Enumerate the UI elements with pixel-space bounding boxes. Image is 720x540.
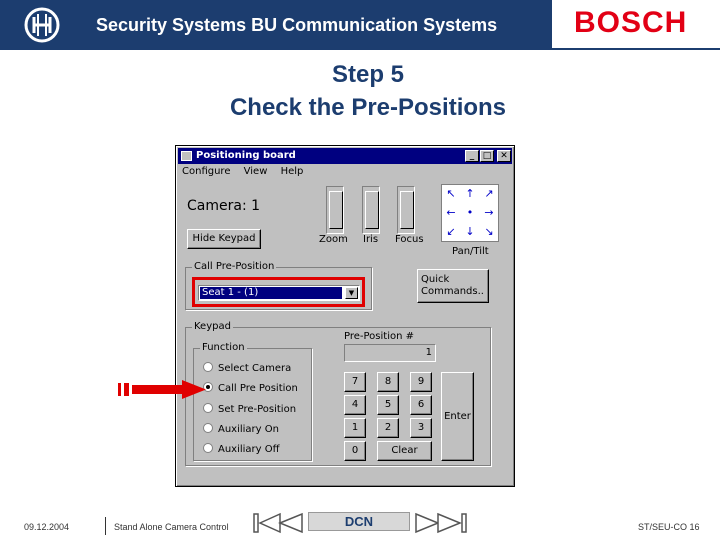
footer-description: Stand Alone Camera Control bbox=[114, 522, 229, 532]
arrow-up-left-icon[interactable]: ↖ bbox=[444, 188, 458, 200]
footer-slide-code: ST/SEU-CO 16 bbox=[638, 522, 700, 532]
arrow-right-icon[interactable]: → bbox=[482, 207, 496, 219]
radio-label: Set Pre-Position bbox=[218, 404, 297, 415]
key-4[interactable]: 4 bbox=[344, 395, 366, 415]
arrow-down-left-icon[interactable]: ↙ bbox=[444, 226, 458, 238]
function-label: Function bbox=[200, 342, 247, 353]
preposition-number-field[interactable]: 1 bbox=[344, 344, 436, 362]
hide-keypad-button[interactable]: Hide Keypad bbox=[187, 229, 261, 249]
zoom-label: Zoom bbox=[319, 234, 348, 245]
iris-slider[interactable] bbox=[362, 186, 380, 234]
key-0[interactable]: 0 bbox=[344, 441, 366, 461]
pointer-arrow-icon bbox=[118, 380, 206, 399]
bosch-armature-box bbox=[0, 0, 84, 50]
slide-header: Security Systems BU Communication System… bbox=[0, 0, 720, 50]
header-title: Security Systems BU Communication System… bbox=[84, 0, 552, 50]
minimize-button[interactable]: _ bbox=[465, 150, 479, 162]
title-line-1: Step 5 bbox=[331, 61, 405, 88]
title-line-2: Check the Pre-Positions bbox=[229, 94, 507, 121]
radio-dot[interactable] bbox=[203, 423, 213, 433]
zoom-slider[interactable] bbox=[326, 186, 344, 234]
arrow-up-icon[interactable]: ↑ bbox=[463, 188, 477, 200]
footer-date: 09.12.2004 bbox=[24, 522, 70, 532]
key-6[interactable]: 6 bbox=[410, 395, 432, 415]
radio-set-pre-position[interactable]: Set Pre-Position bbox=[203, 403, 296, 415]
key-7[interactable]: 7 bbox=[344, 372, 366, 392]
positioning-board-window: Positioning board _ □ ✕ Configure View H… bbox=[175, 145, 515, 487]
window-title: Positioning board bbox=[196, 150, 296, 161]
focus-slider[interactable] bbox=[397, 186, 415, 234]
highlight-box bbox=[192, 277, 365, 307]
arrow-up-right-icon[interactable]: ↗ bbox=[482, 188, 496, 200]
center-dot-icon[interactable]: • bbox=[463, 207, 477, 219]
quick-commands-button[interactable]: Quick Commands.. bbox=[417, 269, 489, 303]
key-9[interactable]: 9 bbox=[410, 372, 432, 392]
radio-dot[interactable] bbox=[203, 362, 213, 372]
menu-bar: Configure View Help bbox=[182, 166, 313, 180]
arrow-down-right-icon[interactable]: ↘ bbox=[482, 226, 496, 238]
arrow-down-icon[interactable]: ↓ bbox=[463, 226, 477, 238]
key-5[interactable]: 5 bbox=[377, 395, 399, 415]
slide-title: Step 5 Check the Pre-Positions bbox=[0, 58, 720, 124]
bosch-armature-icon bbox=[24, 7, 60, 43]
radio-dot[interactable] bbox=[203, 403, 213, 413]
pan-tilt-label: Pan/Tilt bbox=[452, 246, 489, 257]
clear-button[interactable]: Clear bbox=[377, 441, 432, 461]
keypad-label: Keypad bbox=[192, 321, 233, 332]
radio-auxiliary-on[interactable]: Auxiliary On bbox=[203, 423, 279, 435]
key-3[interactable]: 3 bbox=[410, 418, 432, 438]
nav-first-icon[interactable] bbox=[252, 512, 306, 534]
maximize-button[interactable]: □ bbox=[480, 150, 494, 162]
menu-configure[interactable]: Configure bbox=[182, 166, 230, 177]
window-titlebar[interactable]: Positioning board _ □ ✕ bbox=[178, 148, 512, 164]
radio-select-camera[interactable]: Select Camera bbox=[203, 362, 291, 374]
app-icon bbox=[181, 151, 192, 161]
preposition-number-label: Pre-Position # bbox=[344, 331, 414, 342]
radio-auxiliary-off[interactable]: Auxiliary Off bbox=[203, 443, 280, 455]
arrow-left-icon[interactable]: ← bbox=[444, 207, 458, 219]
nav-dcn-button[interactable]: DCN bbox=[308, 512, 410, 531]
radio-call-pre-position[interactable]: Call Pre Position bbox=[203, 382, 298, 394]
radio-label: Auxiliary On bbox=[218, 424, 279, 435]
focus-label: Focus bbox=[395, 234, 424, 245]
bosch-logo: BOSCH bbox=[574, 6, 688, 39]
key-2[interactable]: 2 bbox=[377, 418, 399, 438]
footer-divider bbox=[105, 517, 106, 535]
close-button[interactable]: ✕ bbox=[497, 150, 511, 162]
pan-tilt-pad[interactable]: ↖ ↑ ↗ ← • → ↙ ↓ ↘ bbox=[441, 184, 499, 242]
radio-dot[interactable] bbox=[203, 443, 213, 453]
key-8[interactable]: 8 bbox=[377, 372, 399, 392]
enter-button[interactable]: Enter bbox=[441, 372, 474, 461]
header-divider bbox=[0, 48, 720, 50]
key-1[interactable]: 1 bbox=[344, 418, 366, 438]
radio-label: Call Pre Position bbox=[218, 383, 298, 394]
radio-label: Auxiliary Off bbox=[218, 444, 280, 455]
menu-help[interactable]: Help bbox=[281, 166, 304, 177]
iris-label: Iris bbox=[363, 234, 379, 245]
radio-label: Select Camera bbox=[218, 363, 292, 374]
nav-last-icon[interactable] bbox=[414, 512, 468, 534]
call-preposition-label: Call Pre-Position bbox=[192, 261, 277, 272]
menu-view[interactable]: View bbox=[244, 166, 268, 177]
camera-label: Camera: 1 bbox=[187, 198, 261, 214]
